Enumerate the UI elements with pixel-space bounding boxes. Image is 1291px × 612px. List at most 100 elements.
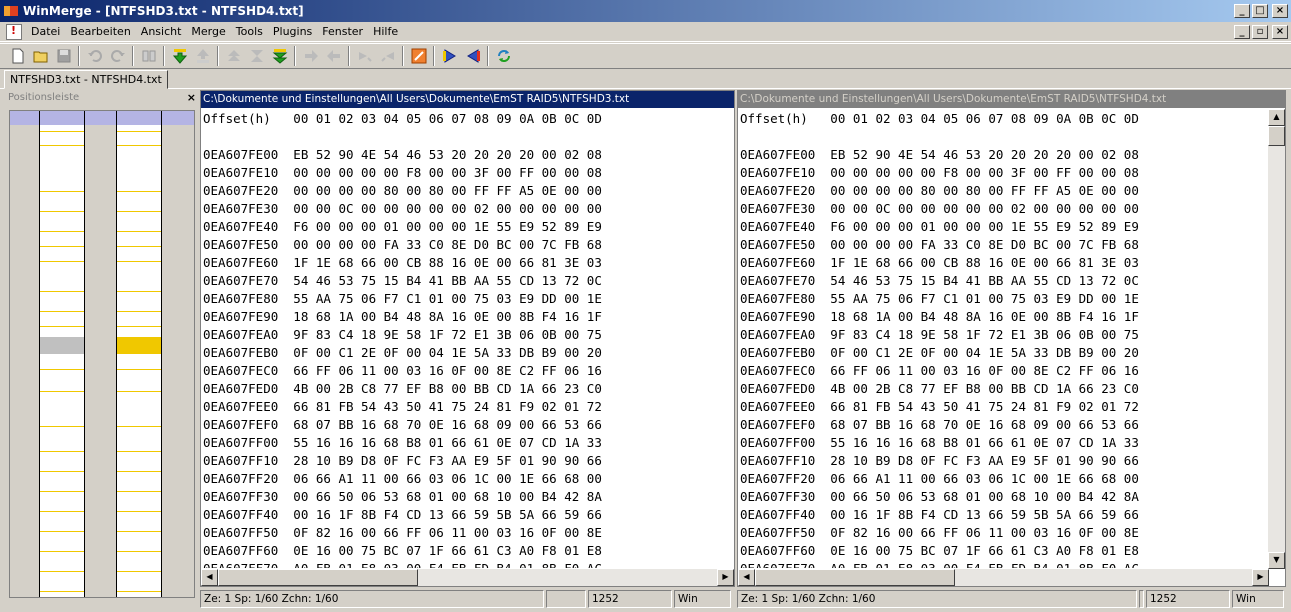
hex-row[interactable]: 0EA607FE60 1F 1E 68 66 00 CB 88 16 0E 00… (740, 254, 1267, 272)
hex-row[interactable]: 0EA607FF30 00 66 50 06 53 68 01 00 68 10… (203, 488, 716, 506)
current-diff-icon[interactable] (245, 45, 268, 67)
copy-right-advance-icon[interactable] (353, 45, 376, 67)
hex-row[interactable]: 0EA607FE90 18 68 1A 00 B4 48 8A 16 0E 00… (203, 308, 716, 326)
new-icon[interactable] (6, 45, 29, 67)
hex-row[interactable]: 0EA607FE30 00 00 0C 00 00 00 00 00 02 00… (203, 200, 716, 218)
hex-row[interactable]: 0EA607FE50 00 00 00 00 FA 33 C0 8E D0 BC… (203, 236, 716, 254)
hex-row[interactable] (740, 128, 1267, 146)
hex-row[interactable]: 0EA607FF50 0F 82 16 00 66 FF 06 11 00 03… (203, 524, 716, 542)
location-right-column[interactable] (116, 111, 162, 597)
right-hex-content[interactable]: Offset(h) 00 01 02 03 04 05 06 07 08 09 … (740, 110, 1267, 568)
edit-icon[interactable] (407, 45, 430, 67)
hex-row[interactable]: 0EA607FEC0 66 FF 06 11 00 03 16 0F 00 8E… (740, 362, 1267, 380)
hex-row[interactable]: 0EA607FE00 EB 52 90 4E 54 46 53 20 20 20… (740, 146, 1267, 164)
scroll-up-icon[interactable]: ▲ (1268, 109, 1285, 126)
hex-row[interactable]: 0EA607FE10 00 00 00 00 00 F8 00 00 3F 00… (740, 164, 1267, 182)
selected-diff-block[interactable] (117, 337, 161, 354)
next-file-icon[interactable] (438, 45, 461, 67)
hex-row[interactable]: 0EA607FE60 1F 1E 68 66 00 CB 88 16 0E 00… (203, 254, 716, 272)
close-button[interactable]: × (1272, 4, 1288, 18)
left-scroll-left-icon[interactable]: ◀ (201, 569, 218, 586)
last-diff-icon[interactable] (268, 45, 291, 67)
save-icon[interactable] (52, 45, 75, 67)
left-scroll-right-icon[interactable]: ▶ (717, 569, 734, 586)
left-hex-content[interactable]: Offset(h) 00 01 02 03 04 05 06 07 08 09 … (203, 110, 716, 568)
hex-row[interactable]: 0EA607FF40 00 16 1F 8B F4 CD 13 66 59 5B… (740, 506, 1267, 524)
hex-row[interactable]: 0EA607FED0 4B 00 2B C8 77 EF B8 00 BB CD… (740, 380, 1267, 398)
hex-header-row[interactable]: Offset(h) 00 01 02 03 04 05 06 07 08 09 … (203, 110, 716, 128)
location-bar[interactable] (9, 110, 195, 598)
hex-row[interactable]: 0EA607FE80 55 AA 75 06 F7 C1 01 00 75 03… (203, 290, 716, 308)
menu-fenster[interactable]: Fenster (317, 25, 368, 38)
options-icon[interactable] (137, 45, 160, 67)
copy-left-advance-icon[interactable] (376, 45, 399, 67)
vertical-scroll-thumb[interactable] (1268, 126, 1285, 146)
hex-row[interactable]: 0EA607FEF0 68 07 BB 16 68 70 0E 16 68 09… (203, 416, 716, 434)
right-file-pane[interactable]: C:\Dokumente und Einstellungen\All Users… (737, 90, 1286, 587)
menu-bearbeiten[interactable]: Bearbeiten (65, 25, 135, 38)
hex-row[interactable]: 0EA607FF40 00 16 1F 8B F4 CD 13 66 59 5B… (203, 506, 716, 524)
hex-row[interactable]: 0EA607FEB0 0F 00 C1 2E 0F 00 04 1E 5A 33… (203, 344, 716, 362)
location-left-column[interactable] (39, 111, 85, 597)
doc-restore-button[interactable]: ▫ (1252, 24, 1268, 39)
hex-row[interactable]: 0EA607FEA0 9F 83 C4 18 9E 58 1F 72 E1 3B… (740, 326, 1267, 344)
hex-row[interactable]: 0EA607FEA0 9F 83 C4 18 9E 58 1F 72 E1 3B… (203, 326, 716, 344)
right-horizontal-scrollbar[interactable]: ◀ ▶ (738, 569, 1269, 586)
right-scroll-thumb[interactable] (755, 569, 955, 586)
hex-row[interactable]: 0EA607FEF0 68 07 BB 16 68 70 0E 16 68 09… (740, 416, 1267, 434)
hex-row[interactable]: 0EA607FED0 4B 00 2B C8 77 EF B8 00 BB CD… (203, 380, 716, 398)
menu-merge[interactable]: Merge (186, 25, 230, 38)
doc-close-button[interactable]: × (1272, 24, 1288, 39)
maximize-button[interactable]: □ (1252, 4, 1268, 18)
selected-diff-block[interactable] (40, 337, 84, 354)
copy-right-icon[interactable] (299, 45, 322, 67)
hex-row[interactable]: 0EA607FE80 55 AA 75 06 F7 C1 01 00 75 03… (740, 290, 1267, 308)
location-pane-close-icon[interactable]: × (187, 91, 196, 104)
scroll-down-icon[interactable]: ▼ (1268, 552, 1285, 569)
hex-row[interactable]: 0EA607FE40 F6 00 00 00 01 00 00 00 1E 55… (203, 218, 716, 236)
hex-row[interactable]: 0EA607FE20 00 00 00 00 80 00 80 00 FF FF… (740, 182, 1267, 200)
prev-file-icon[interactable] (461, 45, 484, 67)
hex-row[interactable] (203, 128, 716, 146)
hex-row[interactable]: 0EA607FEE0 66 81 FB 54 43 50 41 75 24 81… (203, 398, 716, 416)
left-file-pane[interactable]: C:\Dokumente und Einstellungen\All Users… (200, 90, 735, 587)
menu-tools[interactable]: Tools (231, 25, 268, 38)
refresh-icon[interactable] (492, 45, 515, 67)
prev-diff-icon[interactable] (191, 45, 214, 67)
hex-row[interactable]: 0EA607FE30 00 00 0C 00 00 00 00 00 02 00… (740, 200, 1267, 218)
hex-row[interactable]: 0EA607FF00 55 16 16 16 68 B8 01 66 61 0E… (203, 434, 716, 452)
hex-row[interactable]: 0EA607FF60 0E 16 00 75 BC 07 1F 66 61 C3… (740, 542, 1267, 560)
hex-row[interactable]: 0EA607FEE0 66 81 FB 54 43 50 41 75 24 81… (740, 398, 1267, 416)
menu-ansicht[interactable]: Ansicht (136, 25, 187, 38)
vertical-scrollbar[interactable]: ▲ ▼ (1268, 109, 1285, 569)
hex-row[interactable]: 0EA607FF10 28 10 B9 D8 0F FC F3 AA E9 5F… (203, 452, 716, 470)
hex-row[interactable]: 0EA607FF20 06 66 A1 11 00 66 03 06 1C 00… (740, 470, 1267, 488)
hex-row[interactable]: 0EA607FF00 55 16 16 16 68 B8 01 66 61 0E… (740, 434, 1267, 452)
hex-header-row[interactable]: Offset(h) 00 01 02 03 04 05 06 07 08 09 … (740, 110, 1267, 128)
hex-row[interactable]: 0EA607FF60 0E 16 00 75 BC 07 1F 66 61 C3… (203, 542, 716, 560)
left-horizontal-scrollbar[interactable]: ◀ ▶ (201, 569, 734, 586)
hex-row[interactable]: 0EA607FE10 00 00 00 00 00 F8 00 00 3F 00… (203, 164, 716, 182)
hex-row[interactable]: 0EA607FEC0 66 FF 06 11 00 03 16 0F 00 8E… (203, 362, 716, 380)
hex-row[interactable]: 0EA607FE90 18 68 1A 00 B4 48 8A 16 0E 00… (740, 308, 1267, 326)
undo-icon[interactable] (83, 45, 106, 67)
hex-row[interactable]: 0EA607FF20 06 66 A1 11 00 66 03 06 1C 00… (203, 470, 716, 488)
menu-hilfe[interactable]: Hilfe (368, 25, 403, 38)
hex-row[interactable]: 0EA607FE70 54 46 53 75 15 B4 41 BB AA 55… (203, 272, 716, 290)
next-diff-icon[interactable] (168, 45, 191, 67)
right-scroll-left-icon[interactable]: ◀ (738, 569, 755, 586)
hex-row[interactable]: 0EA607FF70 A0 FB 01 E8 03 00 F4 EB FD B4… (740, 560, 1267, 568)
tab-ntfshd3-ntfshd4[interactable]: NTFSHD3.txt - NTFSHD4.txt (4, 70, 168, 89)
document-icon[interactable] (6, 23, 22, 40)
right-scroll-right-icon[interactable]: ▶ (1252, 569, 1269, 586)
doc-minimize-button[interactable]: _ (1234, 24, 1250, 39)
open-icon[interactable] (29, 45, 52, 67)
hex-row[interactable]: 0EA607FF30 00 66 50 06 53 68 01 00 68 10… (740, 488, 1267, 506)
menu-datei[interactable]: Datei (26, 25, 65, 38)
winmerge-app-icon[interactable] (3, 3, 19, 19)
hex-row[interactable]: 0EA607FF50 0F 82 16 00 66 FF 06 11 00 03… (740, 524, 1267, 542)
minimize-button[interactable]: _ (1234, 4, 1250, 18)
hex-row[interactable]: 0EA607FE50 00 00 00 00 FA 33 C0 8E D0 BC… (740, 236, 1267, 254)
copy-left-icon[interactable] (322, 45, 345, 67)
hex-row[interactable]: 0EA607FF70 A0 FB 01 E8 03 00 F4 EB FD B4… (203, 560, 716, 568)
